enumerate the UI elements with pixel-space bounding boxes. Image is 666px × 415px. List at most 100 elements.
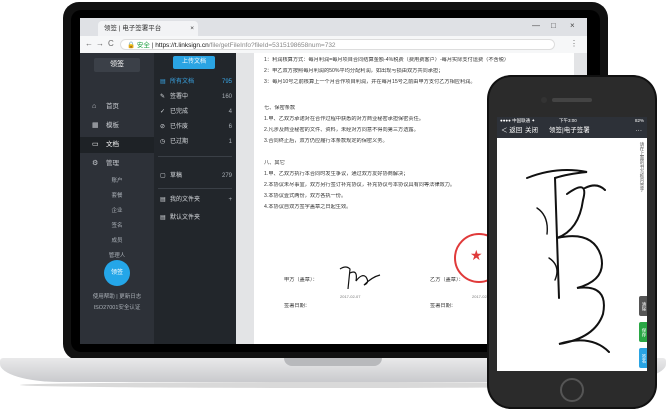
clear-button[interactable]: 清除 [639, 296, 647, 316]
url-input[interactable]: 🔒 安全 | https://t.linksign.cn/file/getFil… [120, 39, 555, 50]
folder-count: 6 [228, 124, 232, 130]
nav-item-document[interactable]: ▭ 文档 [80, 137, 154, 153]
document-icon: ▭ [92, 141, 99, 148]
sign-button[interactable]: 签名 [639, 348, 647, 368]
my-folder-label: 我的文件夹 [170, 197, 201, 203]
tab-title: 领签 | 电子签署平台 [104, 25, 162, 32]
more-icon[interactable]: ··· [636, 124, 643, 138]
check-icon: ✓ [160, 109, 166, 115]
lock-icon: 🔒 [127, 42, 136, 49]
security-label: 安全 [136, 42, 150, 49]
phone-home-button[interactable] [560, 378, 584, 402]
back-icon[interactable]: ← [85, 39, 93, 48]
badge-label: 领签 [110, 270, 123, 276]
phone-speaker [552, 98, 592, 102]
clock-icon: ◷ [160, 139, 166, 145]
folder-all[interactable]: ▤ 所有文档 795 [160, 76, 232, 89]
upload-button[interactable]: 上传文档 [173, 56, 215, 69]
browser-addressbar: ← → C 🔒 安全 | https://t.linksign.cn/file/… [80, 36, 587, 54]
folder-label: 已作废 [170, 124, 189, 130]
folder-icon: ▤ [160, 79, 166, 85]
app-logo[interactable]: 领签 [94, 58, 140, 72]
folder-label: 草稿 [170, 173, 183, 179]
subnav-account[interactable]: 账户 [80, 176, 154, 184]
close-window-icon[interactable]: × [570, 21, 575, 30]
folder-count: 4 [228, 109, 232, 115]
url-domain: https://t.linksign.cn [155, 42, 209, 49]
folder-icon: ▤ [160, 197, 166, 203]
browser-tab[interactable]: 领签 | 电子签署平台 × [98, 21, 198, 36]
iso-cert: ISO27001安全认证 [93, 305, 141, 311]
folder-count: 279 [221, 173, 232, 179]
subnav-admin[interactable]: 管理人 [80, 251, 154, 259]
subnav-package[interactable]: 套餐 [80, 191, 154, 199]
logo-text: 领签 [110, 61, 124, 68]
battery-label: 82% [634, 118, 644, 123]
tab-close-icon[interactable]: × [190, 21, 194, 36]
primary-sidebar: 领签 ⌂ 首页 ▦ 模板 ▭ 文档 ⚙ 管理 账户 套餐 企业 签名 成员 管理… [80, 53, 154, 344]
folder-divider [158, 156, 232, 157]
nav-label: 文档 [106, 141, 119, 148]
star-icon: ★ [470, 247, 483, 263]
folder-label: 签署中 [170, 94, 189, 100]
nav-item-manage[interactable]: ⚙ 管理 [80, 156, 154, 172]
nav-label: 管理 [106, 160, 119, 167]
laptop-notch [284, 358, 382, 366]
phone-navbar: ＜ 返回 关闭 领签|电子签署 ··· [497, 124, 647, 138]
folder-icon: ▤ [160, 215, 166, 221]
nav-item-template[interactable]: ▦ 模板 [80, 118, 154, 134]
sign-hint: 请在上面的书写框内签字 [640, 142, 645, 192]
url-path: /file/getFileInfo?fileId=5315198658num=7… [208, 42, 336, 49]
reload-icon[interactable]: C [108, 39, 114, 48]
minimize-icon[interactable]: — [532, 21, 540, 30]
phone-camera [541, 97, 547, 103]
folder-divider [158, 188, 232, 189]
void-icon: ⊘ [160, 124, 166, 130]
phone-title: 领签|电子签署 [549, 127, 590, 134]
draft-icon: ▢ [160, 173, 166, 179]
folder-expired[interactable]: ◷ 已过期 1 [160, 136, 232, 149]
signature-a-image [339, 266, 381, 290]
phone-time: 下午3:00 [559, 118, 577, 123]
nav-item-home[interactable]: ⌂ 首页 [80, 99, 154, 115]
folder-label: 已过期 [170, 139, 189, 145]
subnav-signature[interactable]: 签名 [80, 221, 154, 229]
browser-tabbar: 领签 | 电子签署平台 × — □ × [80, 18, 587, 36]
subnav-company[interactable]: 企业 [80, 206, 154, 214]
help-links[interactable]: 使用帮助 | 更新日志 [80, 292, 154, 300]
doc-line: 2：甲乙双方按照每月利润的50%平均分配利润，如出现亏损由双方共同承担； [264, 68, 444, 74]
brand-badge: 领签 [104, 260, 130, 286]
nav-label: 首页 [106, 103, 119, 110]
forward-icon[interactable]: → [96, 39, 104, 48]
subnav-members[interactable]: 成员 [80, 236, 154, 244]
nav-label: 模板 [106, 122, 119, 129]
menu-icon[interactable]: ⋮ [570, 39, 578, 48]
signature-canvas[interactable] [497, 138, 633, 371]
phone-side-panel: 请在上面的书写框内签字 清除 保存 签名 [633, 138, 647, 371]
folder-signing[interactable]: ✎ 签署中 160 [160, 91, 232, 104]
folder-count: 795 [221, 79, 232, 85]
template-icon: ▦ [92, 122, 99, 129]
pen-icon: ✎ [160, 94, 166, 100]
folder-default[interactable]: ▤ 默认文件夹 [160, 212, 232, 225]
folder-label: 已完成 [170, 109, 189, 115]
folder-voided[interactable]: ⊘ 已作废 6 [160, 121, 232, 134]
folder-label: 默认文件夹 [170, 215, 201, 221]
back-button[interactable]: ＜ 返回 [501, 124, 522, 138]
my-folder-header[interactable]: ▤ 我的文件夹 + [160, 194, 232, 207]
maximize-icon[interactable]: □ [551, 21, 556, 30]
save-button[interactable]: 保存 [639, 322, 647, 342]
folder-draft[interactable]: ▢ 草稿 279 [160, 170, 232, 183]
home-icon: ⌂ [92, 103, 97, 110]
sign-date-a-label: 签署日期： [284, 303, 310, 309]
phone-statusbar: ●●●● 中国联通 ✦ 下午3:00 82% [497, 117, 647, 124]
folder-completed[interactable]: ✓ 已完成 4 [160, 106, 232, 119]
date-stamp-a: 2017-02-07 [340, 294, 361, 299]
add-folder-icon[interactable]: + [228, 194, 232, 207]
folder-label: 所有文档 [170, 79, 195, 85]
folder-count: 1 [228, 139, 232, 145]
phone-screen: ●●●● 中国联通 ✦ 下午3:00 82% ＜ 返回 关闭 领签|电子签署 ·… [497, 117, 647, 371]
carrier-label: ●●●● 中国联通 ✦ [500, 118, 536, 123]
close-button[interactable]: 关闭 [525, 124, 538, 138]
manage-icon: ⚙ [92, 160, 99, 167]
